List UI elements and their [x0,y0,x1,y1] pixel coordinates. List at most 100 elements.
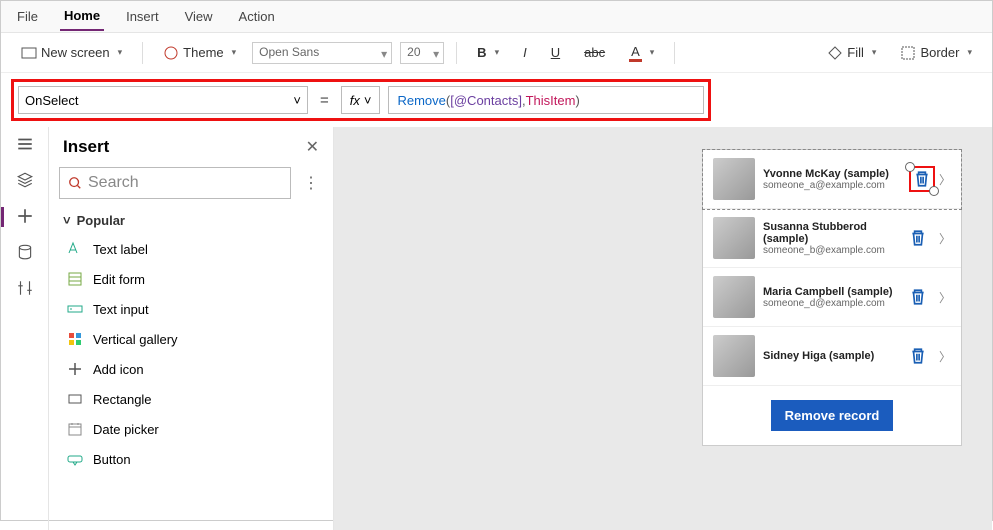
text-icon [67,241,83,257]
search-input[interactable]: Search [59,167,291,199]
insert-item-rectangle[interactable]: Rectangle [49,384,333,414]
insert-list: Text label Edit form Text input Vertical… [49,234,333,474]
formula-input[interactable]: Remove( [@Contacts], ThisItem ) [388,86,704,114]
more-options-button[interactable]: ⋮ [299,173,323,193]
formula-token-fn: Remove [397,93,445,108]
insert-item-text-label[interactable]: Text label [49,234,333,264]
formula-token-keyword: ThisItem [526,93,576,108]
insert-item-add-icon[interactable]: Add icon [49,354,333,384]
trash-icon[interactable] [913,170,931,188]
formula-token-paren: ) [575,93,579,108]
theme-label: Theme [183,45,223,60]
trash-icon[interactable] [909,347,927,365]
insert-item-text-input[interactable]: Text input [49,294,333,324]
border-button[interactable]: Border [892,41,980,65]
insert-item-vertical-gallery[interactable]: Vertical gallery [49,324,333,354]
left-rail [1,127,49,530]
insert-section-popular[interactable]: ˅ Popular [49,207,333,234]
rail-insert[interactable] [1,207,48,225]
rail-settings[interactable] [1,279,48,297]
remove-record-button[interactable]: Remove record [771,400,894,431]
separator [142,42,143,64]
format-toolbar: New screen Theme Open Sans▾ 20▾ B I U ab… [1,33,992,73]
menu-home[interactable]: Home [60,2,104,31]
fx-button[interactable]: fx ˅ [341,86,381,114]
fill-label: Fill [847,45,864,60]
list-item-label: Add icon [93,362,144,377]
bold-button[interactable]: B [469,41,507,64]
rail-layers[interactable] [1,171,48,189]
chevron-right-icon[interactable]: 〉 [939,348,951,365]
fx-label: fx [350,93,360,108]
strike-button[interactable]: abc [576,41,613,64]
gallery-row[interactable]: Maria Campbell (sample) someone_d@exampl… [703,268,961,327]
button-icon [67,451,83,467]
menu-insert[interactable]: Insert [122,3,163,30]
menu-action[interactable]: Action [235,3,279,30]
menu-bar: File Home Insert View Action [1,1,992,33]
fill-button[interactable]: Fill [819,41,884,65]
trash-icon[interactable] [909,288,927,306]
list-item-label: Rectangle [93,392,152,407]
avatar [713,158,755,200]
chevron-down-icon: ˅ [293,93,301,108]
sliders-icon [16,279,34,297]
list-item-label: Edit form [93,272,145,287]
gallery-row[interactable]: Sidney Higa (sample) 〉 [703,327,961,386]
contact-name: Yvonne McKay (sample) [763,168,927,180]
avatar [713,276,755,318]
font-color-button[interactable]: A [621,40,662,66]
list-item-label: Date picker [93,422,159,437]
insert-item-button[interactable]: Button [49,444,333,474]
font-select[interactable]: Open Sans▾ [252,42,392,64]
formula-highlight-box: OnSelect ˅ = fx ˅ Remove( [@Contacts], T… [11,79,711,121]
contact-email: someone_d@example.com [763,298,901,309]
border-label: Border [920,45,959,60]
contact-name: Maria Campbell (sample) [763,286,901,298]
gallery-row-text: Yvonne McKay (sample) someone_a@example.… [763,168,927,191]
font-size-value: 20 [407,45,420,59]
gallery-control[interactable]: Yvonne McKay (sample) someone_a@example.… [702,149,962,446]
close-icon[interactable]: ✕ [306,137,319,157]
chevron-right-icon[interactable]: 〉 [939,289,951,306]
menu-view[interactable]: View [181,3,217,30]
contact-email: someone_b@example.com [763,245,901,256]
contact-name: Susanna Stubberod (sample) [763,221,901,245]
chevron-right-icon[interactable]: 〉 [939,230,951,247]
search-placeholder: Search [88,174,139,192]
insert-item-date-picker[interactable]: Date picker [49,414,333,444]
theme-button[interactable]: Theme [155,41,244,65]
search-icon [68,176,82,190]
chevron-down-icon: ˅ [63,213,71,228]
gallery-row[interactable]: Yvonne McKay (sample) someone_a@example.… [703,150,961,209]
trash-icon[interactable] [909,229,927,247]
gallery-row-text: Sidney Higa (sample) [763,350,901,362]
contact-name: Sidney Higa (sample) [763,350,901,362]
input-icon [67,301,83,317]
insert-item-edit-form[interactable]: Edit form [49,264,333,294]
database-icon [16,243,34,261]
rail-data[interactable] [1,243,48,261]
chevron-right-icon[interactable]: 〉 [939,171,951,188]
layers-icon [16,171,34,189]
separator [456,42,457,64]
new-screen-button[interactable]: New screen [13,41,130,65]
gallery-row-text: Susanna Stubberod (sample) someone_b@exa… [763,221,901,256]
property-dropdown[interactable]: OnSelect ˅ [18,86,308,114]
canvas-area[interactable]: Yvonne McKay (sample) someone_a@example.… [334,127,992,530]
font-size-select[interactable]: 20▾ [400,42,444,64]
form-icon [67,271,83,287]
menu-file[interactable]: File [13,3,42,30]
underline-button[interactable]: U [543,41,568,64]
separator [674,42,675,64]
list-item-label: Button [93,452,131,467]
plus-icon [16,207,34,225]
equals-sign: = [316,92,333,109]
section-label: Popular [77,213,125,228]
gallery-row-text: Maria Campbell (sample) someone_d@exampl… [763,286,901,309]
insert-panel: Insert ✕ Search ⋮ ˅ Popular Text label E… [49,127,334,530]
italic-button[interactable]: I [515,41,535,64]
rail-tree[interactable] [1,135,48,153]
gallery-row[interactable]: Susanna Stubberod (sample) someone_b@exa… [703,209,961,268]
list-item-label: Text label [93,242,148,257]
